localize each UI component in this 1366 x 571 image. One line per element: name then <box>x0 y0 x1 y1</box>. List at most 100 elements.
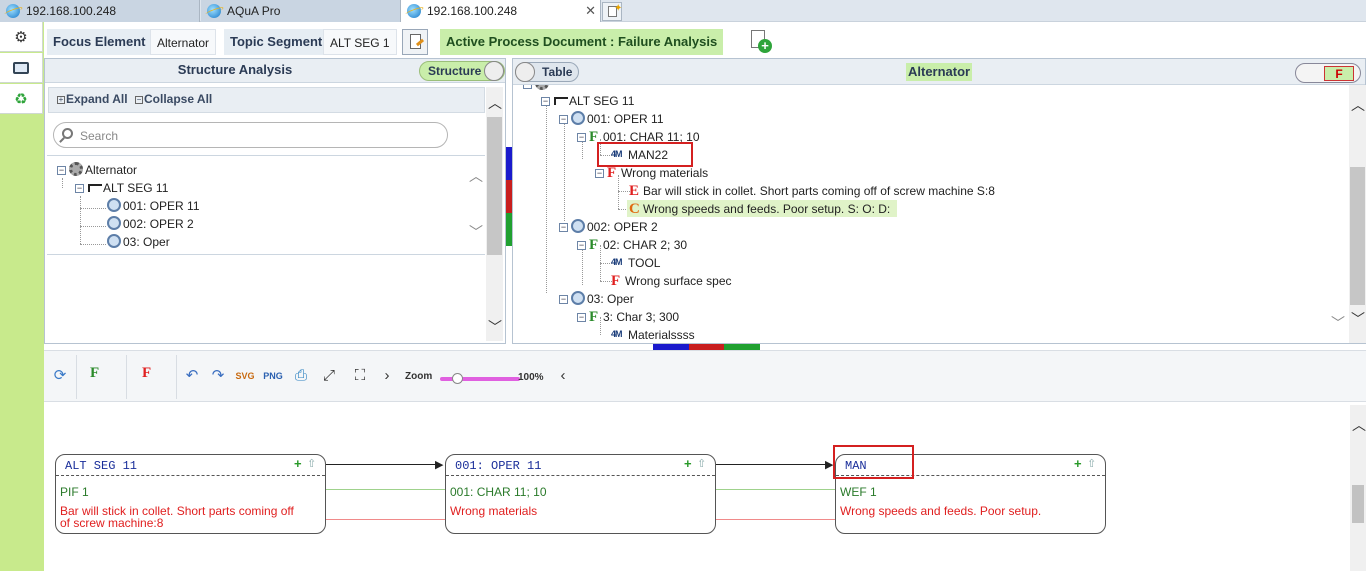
expand-all-label: Expand All <box>66 92 128 106</box>
analysis-tree: − −ALT SEG 11 −001: OPER 11 −F001: CHAR … <box>513 85 1347 343</box>
collapse-all-button[interactable]: − Collapse All <box>135 92 212 106</box>
redo-icon[interactable]: ↷ <box>207 365 229 387</box>
collapse-node-icon[interactable]: − <box>541 97 550 106</box>
tree-item-failure-mode[interactable]: F Wrong surface spec <box>611 273 732 289</box>
tree-item-label: Wrong surface spec <box>625 274 732 288</box>
scroll-down-icon[interactable]: ﹀ <box>1351 309 1365 329</box>
function-filter-button[interactable]: F <box>90 365 99 382</box>
recycle-button[interactable]: ♻ <box>0 84 43 114</box>
close-icon[interactable]: ✕ <box>585 0 596 22</box>
diagram-node-segment[interactable]: ALT SEG 11 + ⇧ PIF 1 Bar will stick in c… <box>55 454 326 534</box>
zoom-slider[interactable] <box>440 373 520 384</box>
structure-toggle[interactable]: Structure <box>419 61 505 81</box>
browser-tab-2[interactable]: AQuA Pro <box>201 0 401 22</box>
export-png-icon[interactable]: PNG <box>262 365 284 387</box>
edit-document-button[interactable] <box>402 29 428 55</box>
analysis-scrollbar[interactable]: ︿ ﹀ <box>1349 85 1366 343</box>
connector-arrow <box>325 464 437 465</box>
tree-item-operation[interactable]: 001: OPER 11 <box>107 198 200 214</box>
ie-icon <box>6 4 20 18</box>
print-icon[interactable]: ⎙ <box>290 365 312 387</box>
focus-element-value[interactable]: Alternator <box>150 29 217 55</box>
scroll-up-icon[interactable]: ︿ <box>1352 415 1366 435</box>
tree-connector <box>80 244 106 245</box>
canvas-scrollbar[interactable]: ︿ <box>1350 405 1366 571</box>
node-failure: Wrong materials <box>450 504 538 518</box>
table-toggle[interactable]: Table <box>515 62 579 82</box>
scroll-down-icon[interactable]: ﹀ <box>488 317 502 337</box>
tree-scroll-down-icon[interactable]: ﹀ <box>469 222 483 242</box>
tree-item-label: Bar will stick in collet. Short parts co… <box>643 184 995 198</box>
failure-filter-button[interactable]: F <box>142 365 151 382</box>
search-field[interactable] <box>53 122 448 148</box>
scrollbar-thumb[interactable] <box>1350 167 1365 305</box>
add-document-button[interactable]: + <box>749 30 773 54</box>
tree-item-operation[interactable]: − 001: OPER 11 <box>559 111 664 127</box>
tree-item-man[interactable]: Materialssss <box>611 326 695 343</box>
tree-item-operation[interactable]: − 002: OPER 2 <box>559 219 658 235</box>
export-svg-icon[interactable]: SVG <box>234 365 256 387</box>
f-toggle[interactable]: F <box>1295 63 1361 83</box>
tree-item-function[interactable]: − F 3: Char 3; 300 <box>577 309 679 325</box>
scrollbar-thumb[interactable] <box>1352 485 1364 523</box>
tree-item-failure-mode[interactable]: − F Wrong materials <box>595 165 708 181</box>
collapse-node-icon[interactable]: − <box>595 169 604 178</box>
diagram-canvas: ▶ ▶ ALT SEG 11 + ⇧ PIF 1 Bar will stick … <box>44 403 1366 571</box>
arrow-up-icon[interactable]: ⇧ <box>307 459 317 470</box>
diagram-node-operation[interactable]: 001: OPER 11 + ⇧ 001: CHAR 11; 10 Wrong … <box>445 454 716 534</box>
collapse-node-icon[interactable]: − <box>57 166 66 175</box>
operation-icon <box>107 216 121 230</box>
browser-tab-1[interactable]: 192.168.100.248 <box>0 0 200 22</box>
structure-scrollbar[interactable]: ︿ ﹀ <box>486 87 503 341</box>
arrow-up-icon[interactable]: ⇧ <box>697 459 707 470</box>
scroll-up-icon[interactable]: ︿ <box>1351 95 1365 115</box>
tree-item-cause[interactable]: C Wrong speeds and feeds. Poor setup. S: … <box>629 201 890 217</box>
scroll-up-icon[interactable]: ︿ <box>488 93 502 113</box>
add-icon[interactable]: + <box>1074 457 1084 470</box>
topic-segment-value[interactable]: ALT SEG 1 <box>323 29 397 55</box>
toolbar-separator <box>176 355 177 399</box>
zoom-slider-knob[interactable] <box>452 373 463 384</box>
tree-item-effect[interactable]: E Bar will stick in collet. Short parts c… <box>629 183 995 199</box>
new-tab-button[interactable]: ✦ <box>602 2 622 21</box>
arrow-up-icon[interactable]: ⇧ <box>1087 459 1097 470</box>
collapse-node-icon[interactable]: − <box>75 184 84 193</box>
toolbar-separator <box>126 355 127 399</box>
tree-item-alternator[interactable]: − Alternator <box>57 162 137 178</box>
refresh-icon[interactable]: ⟳ <box>49 365 71 387</box>
collapse-node-icon[interactable]: − <box>577 133 586 142</box>
fit-screen-icon[interactable]: ⤢ <box>318 365 340 387</box>
undo-icon[interactable]: ↶ <box>181 365 203 387</box>
tree-item-label: Wrong speeds and feeds. Poor setup. S: O… <box>643 202 891 216</box>
tree-item-function[interactable]: − F 02: CHAR 2; 30 <box>577 237 687 253</box>
tree-item-man[interactable]: TOOL <box>611 254 660 271</box>
settings-button[interactable]: ⚙ <box>0 22 43 52</box>
collapse-node-icon[interactable]: − <box>559 295 568 304</box>
add-icon[interactable]: + <box>294 457 304 470</box>
screen-button[interactable] <box>0 53 43 83</box>
collapse-node-icon[interactable]: − <box>559 223 568 232</box>
tree-item-operation[interactable]: − 03: Oper <box>559 291 634 307</box>
tree-item-label: 001: OPER 11 <box>587 112 664 126</box>
fullscreen-icon[interactable]: ⛶ <box>349 365 371 387</box>
expand-collapse-bar: + Expand All − Collapse All <box>48 87 485 113</box>
tree-item-operation[interactable]: 03: Oper <box>107 234 170 250</box>
collapse-node-icon[interactable]: − <box>559 115 568 124</box>
expand-all-button[interactable]: + Expand All <box>57 92 128 106</box>
chevron-left-icon[interactable]: ‹ <box>552 365 574 387</box>
browser-tab-3[interactable]: 192.168.100.248 ✕ <box>401 0 601 22</box>
tree-item-segment[interactable]: − ALT SEG 11 <box>75 180 168 196</box>
minus-square-icon: − <box>135 95 143 104</box>
add-icon[interactable]: + <box>684 457 694 470</box>
chevron-right-icon[interactable]: › <box>376 365 398 387</box>
tree-item-segment[interactable]: − ALT SEG 11 <box>541 93 634 109</box>
collapse-node-icon[interactable]: − <box>577 313 586 322</box>
scrollbar-thumb[interactable] <box>487 117 502 255</box>
tree-scroll-down-icon[interactable]: ﹀ <box>1331 313 1345 333</box>
operation-icon <box>107 234 121 248</box>
tree-item-operation[interactable]: 002: OPER 2 <box>107 216 194 232</box>
search-input[interactable] <box>80 127 430 145</box>
tree-scroll-up-icon[interactable]: ︿ <box>469 166 483 186</box>
tree-item-label: 03: Oper <box>123 235 170 249</box>
collapse-node-icon[interactable]: − <box>577 241 586 250</box>
